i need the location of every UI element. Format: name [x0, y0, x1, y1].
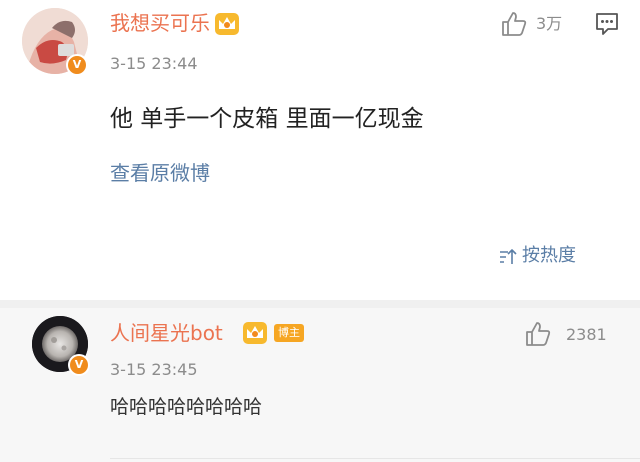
reply-username[interactable]: 人间星光bot	[110, 320, 223, 346]
verified-badge-icon: V	[68, 354, 90, 376]
like-icon[interactable]	[524, 320, 552, 348]
like-count: 3万	[536, 14, 563, 33]
timestamp: 3-15 23:44	[110, 54, 198, 73]
view-original-link[interactable]: 查看原微博	[110, 160, 210, 186]
blogger-tag: 博主	[274, 324, 304, 342]
username[interactable]: 我想买可乐	[110, 10, 210, 36]
main-comment: V 我想买可乐 3-15 23:44 3万 他 单手一个皮箱 里面一亿现金 查看…	[0, 0, 640, 300]
comment-text: 他 单手一个皮箱 里面一亿现金	[110, 106, 424, 132]
sort-by-hot-button[interactable]: 按热度	[498, 244, 598, 270]
comment-icon[interactable]	[594, 11, 620, 37]
sort-label: 按热度	[522, 245, 576, 266]
crown-badge-icon	[243, 322, 267, 344]
divider	[110, 458, 640, 459]
like-icon[interactable]	[500, 10, 528, 38]
sort-icon	[500, 249, 517, 264]
section-gap	[0, 300, 640, 308]
reply-text: 哈哈哈哈哈哈哈哈	[110, 396, 263, 418]
timestamp: 3-15 23:45	[110, 360, 198, 379]
verified-badge-icon: V	[66, 54, 88, 76]
crown-badge-icon	[215, 13, 239, 35]
reply-section: V 人间星光bot 博主 2381 3-15 23:45 哈哈哈哈哈哈哈哈	[0, 308, 640, 462]
like-count: 2381	[566, 325, 607, 344]
